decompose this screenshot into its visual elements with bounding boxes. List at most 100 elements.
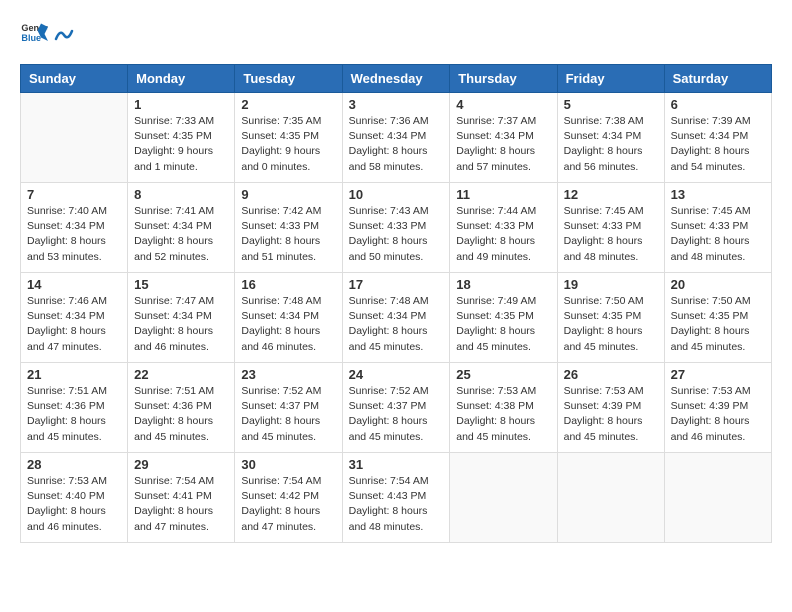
calendar-cell: 12Sunrise: 7:45 AMSunset: 4:33 PMDayligh… xyxy=(557,183,664,273)
day-number: 31 xyxy=(349,457,444,472)
day-info: Sunrise: 7:54 AMSunset: 4:41 PMDaylight:… xyxy=(134,474,228,535)
calendar-cell: 7 Sunrise: 7:40 AMSunset: 4:34 PMDaylight… xyxy=(21,183,128,273)
day-info: Sunrise: 7:50 AMSunset: 4:35 PMDaylight:… xyxy=(671,294,765,355)
calendar-cell: 6Sunrise: 7:39 AMSunset: 4:34 PMDaylight… xyxy=(664,93,771,183)
day-number: 25 xyxy=(456,367,550,382)
calendar-cell xyxy=(664,453,771,543)
day-info: Sunrise: 7:44 AMSunset: 4:33 PMDaylight:… xyxy=(456,204,550,265)
day-number: 30 xyxy=(241,457,335,472)
calendar-cell: 31 Sunrise: 7:54 AMSunset: 4:43 PMDayligh… xyxy=(342,453,450,543)
day-number: 18 xyxy=(456,277,550,292)
logo-wave-icon xyxy=(54,25,74,43)
calendar-cell: 8 Sunrise: 7:41 AMSunset: 4:34 PMDaylight… xyxy=(128,183,235,273)
day-number: 8 xyxy=(134,187,228,202)
day-number: 29 xyxy=(134,457,228,472)
day-info: Sunrise: 7:42 AMSunset: 4:33 PMDaylight:… xyxy=(241,204,335,265)
day-number: 5 xyxy=(564,97,658,112)
day-info: Sunrise: 7:48 AMSunset: 4:34 PMDaylight:… xyxy=(241,294,335,355)
calendar-cell: 4Sunrise: 7:37 AMSunset: 4:34 PMDaylight… xyxy=(450,93,557,183)
day-number: 21 xyxy=(27,367,121,382)
day-number: 27 xyxy=(671,367,765,382)
calendar-cell: 15 Sunrise: 7:47 AMSunset: 4:34 PMDayligh… xyxy=(128,273,235,363)
day-number: 17 xyxy=(349,277,444,292)
calendar-table: SundayMondayTuesdayWednesdayThursdayFrid… xyxy=(20,64,772,543)
day-info: Sunrise: 7:53 AMSunset: 4:39 PMDaylight:… xyxy=(564,384,658,445)
day-number: 10 xyxy=(349,187,444,202)
day-info: Sunrise: 7:52 AMSunset: 4:37 PMDaylight:… xyxy=(349,384,444,445)
day-info: Sunrise: 7:47 AMSunset: 4:34 PMDaylight:… xyxy=(134,294,228,355)
day-number: 14 xyxy=(27,277,121,292)
calendar-cell: 22 Sunrise: 7:51 AMSunset: 4:36 PMDayligh… xyxy=(128,363,235,453)
day-number: 15 xyxy=(134,277,228,292)
calendar-week-row: 7 Sunrise: 7:40 AMSunset: 4:34 PMDaylight… xyxy=(21,183,772,273)
calendar-week-row: 1Sunrise: 7:33 AMSunset: 4:35 PMDaylight… xyxy=(21,93,772,183)
calendar-cell: 2Sunrise: 7:35 AMSunset: 4:35 PMDaylight… xyxy=(235,93,342,183)
day-info: Sunrise: 7:53 AMSunset: 4:40 PMDaylight:… xyxy=(27,474,121,535)
calendar-week-row: 28 Sunrise: 7:53 AMSunset: 4:40 PMDayligh… xyxy=(21,453,772,543)
logo: General Blue xyxy=(20,20,74,48)
calendar-cell: 19 Sunrise: 7:50 AMSunset: 4:35 PMDayligh… xyxy=(557,273,664,363)
day-info: Sunrise: 7:35 AMSunset: 4:35 PMDaylight:… xyxy=(241,114,335,175)
day-number: 19 xyxy=(564,277,658,292)
day-info: Sunrise: 7:38 AMSunset: 4:34 PMDaylight:… xyxy=(564,114,658,175)
calendar-cell: 20 Sunrise: 7:50 AMSunset: 4:35 PMDayligh… xyxy=(664,273,771,363)
calendar-cell: 29 Sunrise: 7:54 AMSunset: 4:41 PMDayligh… xyxy=(128,453,235,543)
day-number: 16 xyxy=(241,277,335,292)
calendar-cell: 14 Sunrise: 7:46 AMSunset: 4:34 PMDayligh… xyxy=(21,273,128,363)
day-info: Sunrise: 7:52 AMSunset: 4:37 PMDaylight:… xyxy=(241,384,335,445)
calendar-cell: 1Sunrise: 7:33 AMSunset: 4:35 PMDaylight… xyxy=(128,93,235,183)
day-info: Sunrise: 7:51 AMSunset: 4:36 PMDaylight:… xyxy=(27,384,121,445)
page-header: General Blue xyxy=(20,20,772,48)
calendar-week-row: 14 Sunrise: 7:46 AMSunset: 4:34 PMDayligh… xyxy=(21,273,772,363)
calendar-cell: 30 Sunrise: 7:54 AMSunset: 4:42 PMDayligh… xyxy=(235,453,342,543)
weekday-header-thursday: Thursday xyxy=(450,65,557,93)
day-info: Sunrise: 7:33 AMSunset: 4:35 PMDaylight:… xyxy=(134,114,228,175)
calendar-cell: 3 Sunrise: 7:36 AMSunset: 4:34 PMDaylight… xyxy=(342,93,450,183)
day-number: 24 xyxy=(349,367,444,382)
calendar-cell: 9 Sunrise: 7:42 AMSunset: 4:33 PMDaylight… xyxy=(235,183,342,273)
calendar-cell: 13 Sunrise: 7:45 AMSunset: 4:33 PMDayligh… xyxy=(664,183,771,273)
calendar-cell: 27 Sunrise: 7:53 AMSunset: 4:39 PMDayligh… xyxy=(664,363,771,453)
day-number: 13 xyxy=(671,187,765,202)
day-number: 7 xyxy=(27,187,121,202)
day-info: Sunrise: 7:46 AMSunset: 4:34 PMDaylight:… xyxy=(27,294,121,355)
calendar-cell xyxy=(557,453,664,543)
weekday-header-sunday: Sunday xyxy=(21,65,128,93)
weekday-header-friday: Friday xyxy=(557,65,664,93)
calendar-cell: 25Sunrise: 7:53 AMSunset: 4:38 PMDayligh… xyxy=(450,363,557,453)
day-info: Sunrise: 7:40 AMSunset: 4:34 PMDaylight:… xyxy=(27,204,121,265)
day-number: 9 xyxy=(241,187,335,202)
calendar-cell xyxy=(21,93,128,183)
calendar-cell: 10 Sunrise: 7:43 AMSunset: 4:33 PMDayligh… xyxy=(342,183,450,273)
day-number: 6 xyxy=(671,97,765,112)
day-info: Sunrise: 7:53 AMSunset: 4:39 PMDaylight:… xyxy=(671,384,765,445)
calendar-cell: 18 Sunrise: 7:49 AMSunset: 4:35 PMDayligh… xyxy=(450,273,557,363)
weekday-header-wednesday: Wednesday xyxy=(342,65,450,93)
day-info: Sunrise: 7:45 AMSunset: 4:33 PMDaylight:… xyxy=(671,204,765,265)
calendar-cell: 24 Sunrise: 7:52 AMSunset: 4:37 PMDayligh… xyxy=(342,363,450,453)
day-info: Sunrise: 7:54 AMSunset: 4:43 PMDaylight:… xyxy=(349,474,444,535)
day-info: Sunrise: 7:45 AMSunset: 4:33 PMDaylight:… xyxy=(564,204,658,265)
logo-icon: General Blue xyxy=(20,20,48,48)
calendar-cell: 23 Sunrise: 7:52 AMSunset: 4:37 PMDayligh… xyxy=(235,363,342,453)
calendar-cell: 5 Sunrise: 7:38 AMSunset: 4:34 PMDaylight… xyxy=(557,93,664,183)
day-info: Sunrise: 7:41 AMSunset: 4:34 PMDaylight:… xyxy=(134,204,228,265)
weekday-header-saturday: Saturday xyxy=(664,65,771,93)
svg-text:Blue: Blue xyxy=(21,33,41,43)
day-number: 20 xyxy=(671,277,765,292)
day-info: Sunrise: 7:43 AMSunset: 4:33 PMDaylight:… xyxy=(349,204,444,265)
day-number: 26 xyxy=(564,367,658,382)
day-number: 3 xyxy=(349,97,444,112)
day-number: 22 xyxy=(134,367,228,382)
day-number: 23 xyxy=(241,367,335,382)
day-info: Sunrise: 7:36 AMSunset: 4:34 PMDaylight:… xyxy=(349,114,444,175)
day-info: Sunrise: 7:51 AMSunset: 4:36 PMDaylight:… xyxy=(134,384,228,445)
weekday-header-tuesday: Tuesday xyxy=(235,65,342,93)
day-info: Sunrise: 7:50 AMSunset: 4:35 PMDaylight:… xyxy=(564,294,658,355)
day-number: 28 xyxy=(27,457,121,472)
day-info: Sunrise: 7:49 AMSunset: 4:35 PMDaylight:… xyxy=(456,294,550,355)
calendar-cell: 16 Sunrise: 7:48 AMSunset: 4:34 PMDayligh… xyxy=(235,273,342,363)
day-info: Sunrise: 7:54 AMSunset: 4:42 PMDaylight:… xyxy=(241,474,335,535)
day-info: Sunrise: 7:48 AMSunset: 4:34 PMDaylight:… xyxy=(349,294,444,355)
calendar-week-row: 21 Sunrise: 7:51 AMSunset: 4:36 PMDayligh… xyxy=(21,363,772,453)
